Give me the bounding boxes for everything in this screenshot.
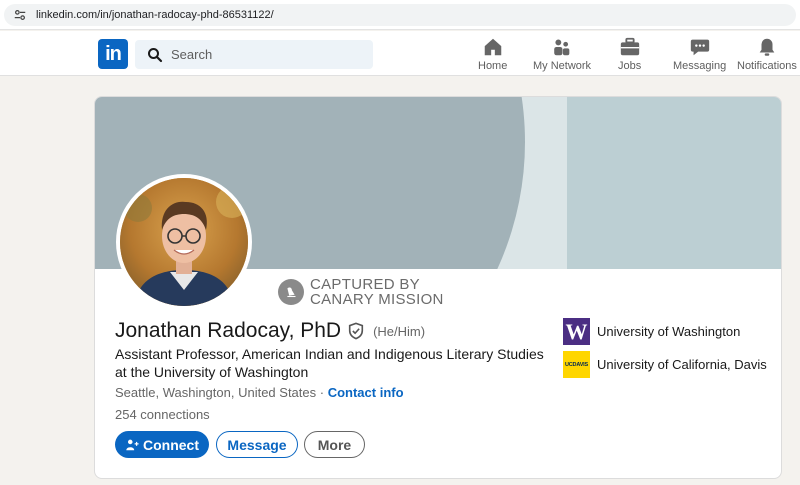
connect-label: Connect bbox=[143, 436, 199, 453]
name-row: Jonathan Radocay, PhD (He/Him) bbox=[115, 319, 425, 343]
more-button[interactable]: More bbox=[304, 431, 365, 458]
ucdavis-logo: UCDAVIS bbox=[563, 351, 590, 378]
messaging-icon bbox=[690, 39, 709, 56]
location-row: Seattle, Washington, United States · Con… bbox=[115, 385, 404, 400]
profile-card: CAPTURED BY CANARY MISSION Jonathan Rado… bbox=[94, 96, 782, 479]
nav-jobs[interactable]: Jobs bbox=[618, 36, 641, 76]
home-icon bbox=[484, 38, 501, 56]
url-text: linkedin.com/in/jonathan-radocay-phd-865… bbox=[36, 9, 274, 21]
top-navigation: in Home My Network Jobs Messaging Notifi… bbox=[0, 31, 800, 76]
bell-icon bbox=[759, 38, 775, 56]
location: Seattle, Washington, United States bbox=[115, 385, 317, 400]
connect-button[interactable]: Connect bbox=[115, 431, 209, 458]
profile-name: Jonathan Radocay, PhD bbox=[115, 319, 342, 342]
canary-text: CAPTURED BY CANARY MISSION bbox=[310, 277, 444, 307]
canary-bird-icon bbox=[278, 279, 304, 305]
canary-line-2: CANARY MISSION bbox=[310, 291, 444, 308]
profile-headline: Assistant Professor, American Indian and… bbox=[115, 346, 544, 380]
verified-shield-icon[interactable] bbox=[347, 322, 365, 340]
browser-address-bar: linkedin.com/in/jonathan-radocay-phd-865… bbox=[0, 0, 800, 30]
uw-logo-letter: W bbox=[565, 318, 588, 344]
message-button[interactable]: Message bbox=[216, 431, 298, 458]
canary-mission-watermark: CAPTURED BY CANARY MISSION bbox=[278, 277, 444, 307]
ucdavis-logo-text: UCDAVIS bbox=[565, 361, 588, 368]
nav-notifications[interactable]: Notifications bbox=[737, 36, 797, 76]
linkedin-logo[interactable]: in bbox=[98, 39, 128, 69]
more-label: More bbox=[317, 436, 352, 453]
message-label: Message bbox=[227, 436, 287, 453]
nav-notifications-label: Notifications bbox=[737, 60, 797, 72]
briefcase-icon bbox=[620, 37, 639, 56]
nav-messaging[interactable]: Messaging bbox=[673, 36, 726, 76]
add-person-icon bbox=[126, 439, 139, 450]
nav-my-network[interactable]: My Network bbox=[533, 36, 591, 76]
canary-line-1: CAPTURED BY bbox=[310, 276, 420, 293]
nav-messaging-label: Messaging bbox=[673, 60, 727, 72]
search-bar[interactable] bbox=[135, 40, 373, 69]
nav-my-network-label: My Network bbox=[533, 60, 592, 72]
contact-info-link[interactable]: Contact info bbox=[328, 385, 404, 400]
avatar-photo bbox=[120, 178, 248, 306]
search-input[interactable] bbox=[171, 47, 361, 62]
nav-home[interactable]: Home bbox=[478, 36, 507, 76]
nav-jobs-label: Jobs bbox=[618, 60, 642, 72]
uw-logo: W bbox=[563, 318, 590, 345]
education-item-ucdavis[interactable]: UCDAVIS University of California, Davis bbox=[563, 351, 767, 378]
search-icon bbox=[148, 47, 163, 62]
network-icon bbox=[554, 39, 570, 56]
url-field[interactable]: linkedin.com/in/jonathan-radocay-phd-865… bbox=[4, 4, 796, 26]
pronouns: (He/Him) bbox=[373, 323, 426, 339]
banner-right-panel bbox=[567, 97, 781, 269]
education-name-uw: University of Washington bbox=[597, 324, 741, 339]
education-name-ucdavis: University of California, Davis bbox=[597, 357, 767, 372]
location-separator: · bbox=[316, 385, 328, 400]
education-item-uw[interactable]: W University of Washington bbox=[563, 318, 740, 345]
avatar[interactable] bbox=[116, 174, 252, 310]
nav-home-label: Home bbox=[478, 60, 508, 72]
connections-count[interactable]: 254 connections bbox=[115, 407, 210, 422]
site-settings-icon[interactable] bbox=[12, 7, 28, 23]
